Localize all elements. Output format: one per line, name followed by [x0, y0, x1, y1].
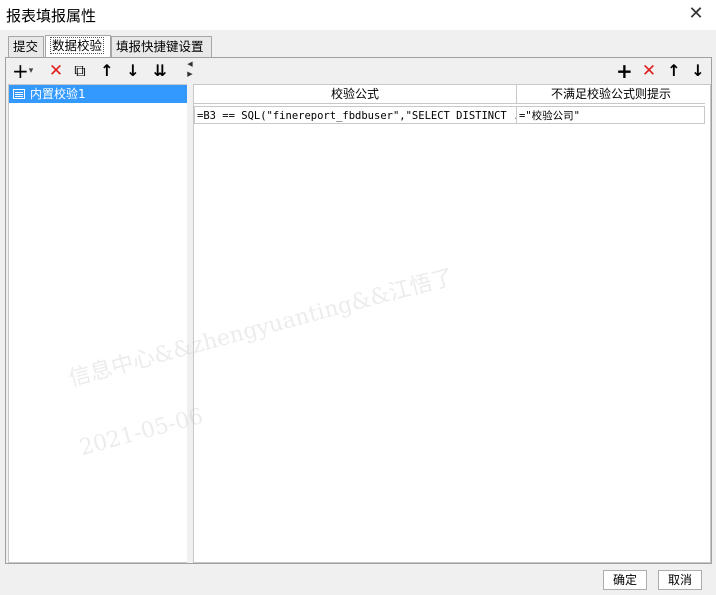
tab-submit-label: 提交: [13, 39, 39, 54]
delete-button[interactable]: ✕: [48, 62, 64, 80]
copy-button[interactable]: ⧉: [72, 62, 88, 80]
list-icon: [13, 89, 25, 99]
formula-pane: + ✕ ↑ ↓ 校验公式 不满足校验公式则提示 =B3 == SQL("fine…: [193, 58, 711, 563]
arrow-up-icon: ↑: [667, 61, 681, 80]
add-dropdown-button[interactable]: ▾: [27, 62, 35, 80]
formula-table: 校验公式 不满足校验公式则提示 =B3 == SQL("finereport_f…: [193, 84, 711, 563]
formula-down-button[interactable]: ↓: [691, 62, 705, 80]
add-button[interactable]: +: [12, 61, 29, 81]
delete-formula-button[interactable]: ✕: [641, 62, 657, 80]
column-header-formula: 校验公式: [194, 85, 517, 104]
validation-panel: + ▾ ✕ ⧉ ↑ ↓ ⇊ 内置校验1 ◀ ▶ + ✕ ↑ ↓ 校验公式 不满足…: [5, 57, 712, 564]
left-toolbar: + ▾ ✕ ⧉ ↑ ↓ ⇊: [6, 58, 187, 84]
window-title: 报表填报属性: [6, 7, 97, 25]
tab-data-validation-label: 数据校验: [50, 37, 105, 54]
plus-icon: +: [616, 59, 633, 83]
message-cell[interactable]: ="校验公司": [516, 106, 705, 124]
sort-icon: ⇊: [153, 61, 167, 80]
close-icon: ✕: [688, 3, 704, 24]
tab-submit[interactable]: 提交: [8, 36, 44, 57]
validation-list-pane: + ▾ ✕ ⧉ ↑ ↓ ⇊ 内置校验1: [6, 58, 188, 563]
title-bar: 报表填报属性 ✕: [0, 0, 716, 30]
validation-tree[interactable]: 内置校验1: [8, 84, 188, 563]
tree-item-builtin-validation-1[interactable]: 内置校验1: [9, 85, 187, 103]
delete-icon: ✕: [48, 61, 64, 81]
close-button[interactable]: ✕: [684, 3, 708, 25]
delete-icon: ✕: [641, 61, 657, 81]
column-header-message: 不满足校验公式则提示: [517, 85, 705, 104]
right-toolbar: + ✕ ↑ ↓: [193, 58, 711, 84]
tab-shortcut-settings-label: 填报快捷键设置: [116, 39, 204, 54]
sort-button[interactable]: ⇊: [151, 62, 169, 80]
table-row[interactable]: =B3 == SQL("finereport_fbdbuser","SELECT…: [194, 106, 705, 125]
cancel-button[interactable]: 取消: [658, 570, 702, 590]
add-formula-button[interactable]: +: [616, 59, 633, 83]
chevron-down-icon: ▾: [28, 66, 34, 76]
tab-shortcut-settings[interactable]: 填报快捷键设置: [111, 36, 212, 57]
move-up-button[interactable]: ↑: [100, 62, 114, 80]
formula-cell[interactable]: =B3 == SQL("finereport_fbdbuser","SELECT…: [194, 106, 517, 124]
copy-icon: ⧉: [74, 61, 86, 80]
tree-item-label: 内置校验1: [30, 87, 86, 101]
arrow-up-icon: ↑: [100, 61, 114, 80]
arrow-down-icon: ↓: [126, 61, 140, 80]
arrow-down-icon: ↓: [691, 61, 705, 80]
formula-up-button[interactable]: ↑: [667, 62, 681, 80]
ok-button[interactable]: 确定: [603, 570, 647, 590]
tab-data-validation[interactable]: 数据校验: [45, 35, 111, 58]
move-down-button[interactable]: ↓: [126, 62, 140, 80]
